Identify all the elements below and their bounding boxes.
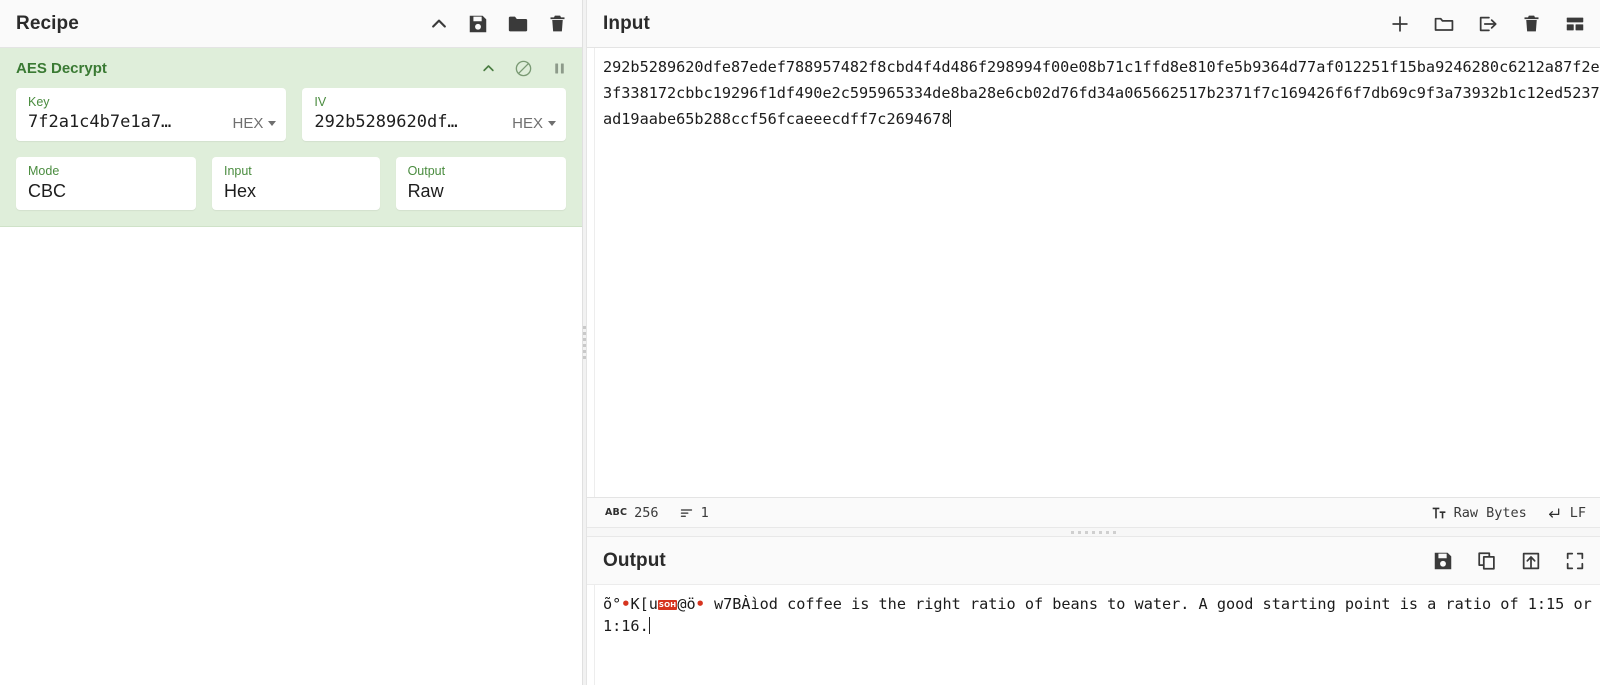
operation-field-row-2: Mode CBC Input Hex Output Raw [16, 157, 567, 210]
input-encoding-status[interactable]: Raw Bytes [1421, 505, 1537, 521]
operation-title: AES Decrypt [16, 59, 107, 77]
key-field-label: Key [28, 95, 50, 109]
font-size-icon [1431, 505, 1447, 521]
mode-field-label: Mode [28, 164, 60, 178]
input-output-splitter[interactable] [587, 527, 1600, 537]
key-field[interactable]: Key 7f2a1c4b7e1a7… HEX [16, 88, 287, 141]
iv-field-value: 292b5289620df… [314, 112, 458, 132]
chevron-down-icon [268, 121, 277, 126]
op-input-format-label: Input [223, 164, 252, 178]
output-value-mid2: @ö [677, 595, 696, 613]
input-status-bar: ABC 256 1 Raw Bytes LF [587, 497, 1600, 527]
input-eol-status[interactable]: LF [1537, 505, 1596, 521]
open-folder-as-input-button[interactable] [1433, 13, 1455, 35]
clear-recipe-button[interactable] [547, 13, 568, 34]
input-editor[interactable]: 292b5289620dfe87edef788957482f8cbd4f4d48… [587, 48, 1600, 497]
output-header: Output [587, 537, 1600, 585]
iv-format-dropdown[interactable]: HEX [502, 115, 556, 133]
maximise-output-button[interactable] [1564, 550, 1586, 572]
input-lines-status[interactable]: 1 [669, 505, 719, 521]
output-caret [648, 617, 650, 634]
output-pane: Output õ°•K[uSOH@ö• w7BÀìod coffee is th… [587, 537, 1600, 685]
operation-header-actions [481, 59, 568, 78]
splitter-grip-horizontal [1071, 530, 1116, 534]
iv-field-label: IV [314, 95, 327, 109]
add-input-tab-button[interactable] [1389, 13, 1411, 35]
op-input-format-value: Hex [223, 181, 256, 201]
input-title: Input [603, 12, 650, 34]
recipe-pane: Recipe AES Decrypt Key 7f2a1c4b7e1a7… HE… [0, 0, 583, 685]
iv-field[interactable]: IV 292b5289620df… HEX [302, 88, 566, 141]
output-textarea[interactable]: õ°•K[uSOH@ö• w7BÀìod coffee is the right… [595, 585, 1600, 685]
op-disable-button[interactable] [514, 59, 533, 78]
op-breakpoint-button[interactable] [551, 60, 568, 77]
key-field-value: 7f2a1c4b7e1a7… [28, 112, 172, 132]
lines-icon [679, 505, 694, 520]
recipe-title: Recipe [16, 12, 79, 34]
control-char-dot-2: • [695, 595, 705, 613]
iv-format-value: HEX [512, 115, 543, 132]
op-output-format-value: Raw [407, 181, 444, 201]
collapse-recipe-button[interactable] [429, 14, 449, 34]
input-encoding-value: Raw Bytes [1453, 504, 1527, 521]
input-status-right: Raw Bytes LF [1421, 505, 1596, 521]
output-editor[interactable]: õ°•K[uSOH@ö• w7BÀìod coffee is the right… [587, 585, 1600, 685]
open-file-as-input-button[interactable] [1477, 13, 1499, 35]
recipe-header-actions [429, 13, 568, 35]
key-format-value: HEX [232, 115, 264, 132]
input-header: Input [587, 0, 1600, 48]
op-input-format-field[interactable]: Input Hex [211, 157, 380, 210]
mode-field[interactable]: Mode CBC [16, 157, 196, 210]
input-layout-button[interactable] [1564, 13, 1586, 35]
op-collapse-button[interactable] [481, 61, 496, 76]
input-length-value: 256 [634, 504, 659, 521]
output-value-rest: w7BÀìod coffee is the right ratio of bea… [603, 595, 1600, 635]
input-lines-value: 1 [700, 504, 709, 521]
operation-fields: Key 7f2a1c4b7e1a7… HEX IV 292b5289620df… [0, 88, 582, 210]
chevron-down-icon [548, 121, 556, 126]
return-arrow-icon [1547, 505, 1563, 521]
clear-input-button[interactable] [1521, 13, 1542, 34]
op-output-format-label: Output [407, 164, 446, 178]
replace-input-with-output-button[interactable] [1520, 550, 1542, 572]
operation-header: AES Decrypt [0, 48, 582, 88]
copy-output-button[interactable] [1476, 550, 1498, 572]
operation-aes-decrypt[interactable]: AES Decrypt Key 7f2a1c4b7e1a7… HEX IV 29… [0, 48, 582, 227]
input-length-status[interactable]: ABC 256 [595, 505, 669, 521]
input-eol-value: LF [1569, 504, 1586, 521]
output-value-prefix: õ° [603, 595, 622, 613]
recipe-drop-area[interactable] [0, 227, 582, 685]
control-char-badge: SOH [657, 600, 678, 610]
output-gutter [587, 585, 595, 685]
key-format-dropdown[interactable]: HEX [223, 115, 277, 133]
splitter-grip [583, 326, 586, 359]
input-header-actions [1389, 13, 1586, 35]
output-value-mid1: K[u [630, 595, 658, 613]
input-textarea[interactable]: 292b5289620dfe87edef788957482f8cbd4f4d48… [595, 48, 1600, 497]
output-title: Output [603, 549, 666, 571]
recipe-header: Recipe [0, 0, 582, 48]
operation-field-row-1: Key 7f2a1c4b7e1a7… HEX IV 292b5289620df… [16, 88, 566, 141]
text-caret [950, 110, 952, 127]
save-output-button[interactable] [1432, 550, 1454, 572]
mode-field-value: CBC [28, 181, 67, 201]
save-recipe-button[interactable] [467, 13, 489, 35]
input-pane: Input 292b5289620dfe87edef788957482f8cbd… [587, 0, 1600, 527]
io-column: Input 292b5289620dfe87edef788957482f8cbd… [587, 0, 1600, 685]
input-value: 292b5289620dfe87edef788957482f8cbd4f4d48… [603, 58, 1600, 128]
cyberchef-app: Recipe AES Decrypt Key 7f2a1c4b7e1a7… HE… [0, 0, 1600, 685]
output-header-actions [1432, 550, 1586, 572]
abc-icon: ABC [605, 507, 628, 518]
input-gutter [587, 48, 595, 497]
op-output-format-field[interactable]: Output Raw [395, 157, 567, 210]
load-recipe-button[interactable] [507, 13, 529, 35]
